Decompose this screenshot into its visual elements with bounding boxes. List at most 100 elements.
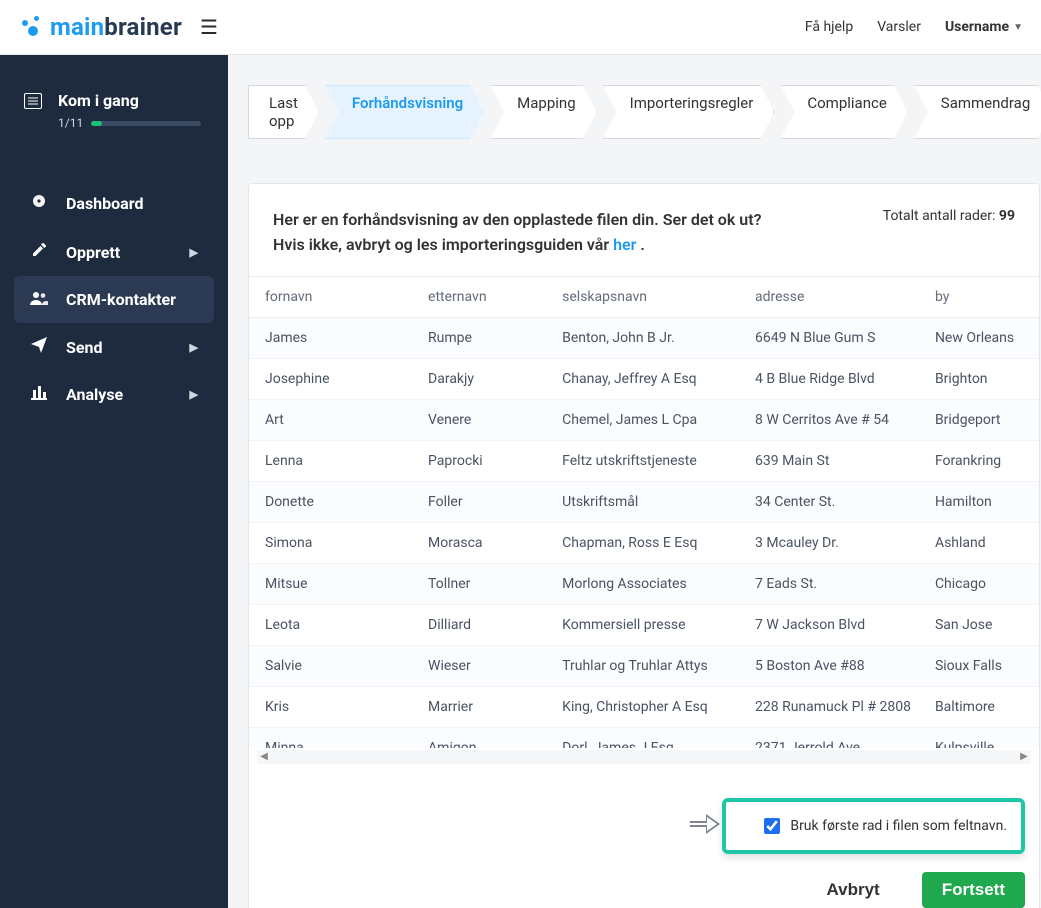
table-cell: Kulpsville (923, 727, 1039, 748)
logo-brainer: brainer (104, 13, 182, 41)
topbar-right: Få hjelp Varsler Username ▼ (805, 19, 1023, 35)
table-cell: 2371 Jerrold Ave (743, 727, 923, 748)
table-cell: James (249, 317, 416, 358)
logo[interactable]: mainbrainer (18, 13, 182, 41)
table-row: JamesRumpeBenton, John B Jr.6649 N Blue … (249, 317, 1039, 358)
total-value: 99 (999, 208, 1015, 224)
table-cell: San Jose (923, 604, 1039, 645)
table-cell: Foller (416, 481, 550, 522)
sidebar-item-label: Opprett (66, 243, 120, 262)
checkbox-label: Bruk første rad i filen som feltnavn. (790, 818, 1007, 834)
guide-link[interactable]: her (613, 235, 636, 254)
sidebar-item-label: Send (66, 338, 102, 357)
table-row: ArtVenereChemel, James L Cpa8 W Cerritos… (249, 399, 1039, 440)
table-cell: 5 Boston Ave #88 (743, 645, 923, 686)
table-cell: Morasca (416, 522, 550, 563)
total-label: Totalt antall rader: (883, 208, 999, 224)
sidebar-item-dashboard[interactable]: Dashboard (14, 178, 214, 228)
gauge-icon (30, 192, 48, 214)
total-rows: Totalt antall rader: 99 (859, 208, 1015, 224)
main-content: Last opp Forhåndsvisning Mapping Importe… (228, 55, 1041, 908)
sidebar-item-crm-contacts[interactable]: CRM-kontakter (14, 276, 214, 323)
username-label: Username (945, 19, 1009, 35)
users-icon (30, 291, 48, 309)
help-link[interactable]: Få hjelp (805, 19, 853, 35)
table-cell: King, Christopher A Esq (550, 686, 743, 727)
table-row: LennaPaprockiFeltz utskriftstjeneste639 … (249, 440, 1039, 481)
username-menu[interactable]: Username ▼ (945, 19, 1023, 35)
table-cell: Kommersiell presse (550, 604, 743, 645)
continue-button[interactable]: Fortsett (922, 872, 1025, 908)
table-cell: Art (249, 399, 416, 440)
table-cell: 639 Main St (743, 440, 923, 481)
table-cell: New Orleans (923, 317, 1039, 358)
scroll-left-icon[interactable]: ◀ (257, 751, 271, 762)
sidebar-item-label: Dashboard (66, 194, 143, 213)
table-cell: Bridgeport (923, 399, 1039, 440)
hamburger-icon[interactable]: ☰ (194, 11, 224, 43)
sidebar-item-analytics[interactable]: Analyse ▶ (14, 371, 214, 418)
sidebar-getting-started[interactable]: Kom i gang 1/11 (14, 91, 214, 150)
table-cell: Mitsue (249, 563, 416, 604)
table-cell: Chemel, James L Cpa (550, 399, 743, 440)
table-cell: Amigon (416, 727, 550, 748)
table-cell: Baltimore (923, 686, 1039, 727)
step-upload[interactable]: Last opp (248, 85, 319, 139)
table-row: SimonaMorascaChapman, Ross E Esq3 Mcaule… (249, 522, 1039, 563)
alerts-link[interactable]: Varsler (877, 19, 921, 35)
table-cell: Kris (249, 686, 416, 727)
step-preview[interactable]: Forhåndsvisning (325, 85, 484, 139)
table-cell: 7 W Jackson Blvd (743, 604, 923, 645)
horizontal-scrollbar[interactable]: ◀ ▶ (257, 750, 1031, 764)
table-cell: Venere (416, 399, 550, 440)
col-header: by (923, 277, 1039, 318)
table-cell: Morlong Associates (550, 563, 743, 604)
preview-table-scroll[interactable]: fornavn etternavn selskapsnavn adresse b… (249, 276, 1039, 748)
table-cell: Chicago (923, 563, 1039, 604)
table-cell: Leota (249, 604, 416, 645)
col-header: fornavn (249, 277, 416, 318)
chevron-right-icon: ▶ (190, 388, 198, 401)
table-cell: 4 B Blue Ridge Blvd (743, 358, 923, 399)
sidebar-item-label: CRM-kontakter (66, 290, 176, 309)
table-row: MitsueTollnerMorlong Associates7 Eads St… (249, 563, 1039, 604)
table-cell: Dilliard (416, 604, 550, 645)
sidebar-item-label: Analyse (66, 385, 123, 404)
step-summary[interactable]: Sammendrag (914, 85, 1041, 139)
table-cell: Truhlar og Truhlar Attys (550, 645, 743, 686)
highlight-arrow-icon (688, 811, 722, 841)
table-cell: Simona (249, 522, 416, 563)
getting-started-title: Kom i gang (58, 91, 201, 110)
step-import-rules[interactable]: Importeringsregler (603, 85, 775, 139)
cancel-button[interactable]: Avbryt (807, 872, 900, 908)
topbar: mainbrainer ☰ Få hjelp Varsler Username … (0, 0, 1041, 55)
step-compliance[interactable]: Compliance (780, 85, 907, 139)
chevron-right-icon: ▶ (190, 246, 198, 259)
table-cell: Lenna (249, 440, 416, 481)
table-cell: 6649 N Blue Gum S (743, 317, 923, 358)
table-cell: Hamilton (923, 481, 1039, 522)
sidebar-item-send[interactable]: Send ▶ (14, 323, 214, 371)
table-cell: 34 Center St. (743, 481, 923, 522)
col-header: adresse (743, 277, 923, 318)
first-row-fieldnames-checkbox[interactable] (764, 818, 780, 834)
import-stepper: Last opp Forhåndsvisning Mapping Importe… (248, 85, 1041, 139)
getting-started-progress-label: 1/11 (58, 116, 83, 130)
scroll-right-icon[interactable]: ▶ (1017, 751, 1031, 762)
table-cell: Forankring (923, 440, 1039, 481)
table-cell: Paprocki (416, 440, 550, 481)
paper-plane-icon (30, 337, 48, 357)
first-row-fieldnames-option[interactable]: Bruk første rad i filen som feltnavn. (722, 798, 1025, 854)
table-cell: Darakjy (416, 358, 550, 399)
sidebar: Kom i gang 1/11 Dashboard Opprett (0, 55, 228, 908)
topbar-left: mainbrainer ☰ (18, 11, 224, 43)
table-cell: Donette (249, 481, 416, 522)
step-mapping[interactable]: Mapping (490, 85, 596, 139)
table-row: DonetteFollerUtskriftsmål34 Center St.Ha… (249, 481, 1039, 522)
sidebar-item-create[interactable]: Opprett ▶ (14, 228, 214, 276)
heading-line-2b: . (636, 235, 645, 254)
logo-dots-icon (18, 14, 44, 40)
table-row: KrisMarrierKing, Christopher A Esq228 Ru… (249, 686, 1039, 727)
table-cell: 8 W Cerritos Ave # 54 (743, 399, 923, 440)
table-cell: Chanay, Jeffrey A Esq (550, 358, 743, 399)
